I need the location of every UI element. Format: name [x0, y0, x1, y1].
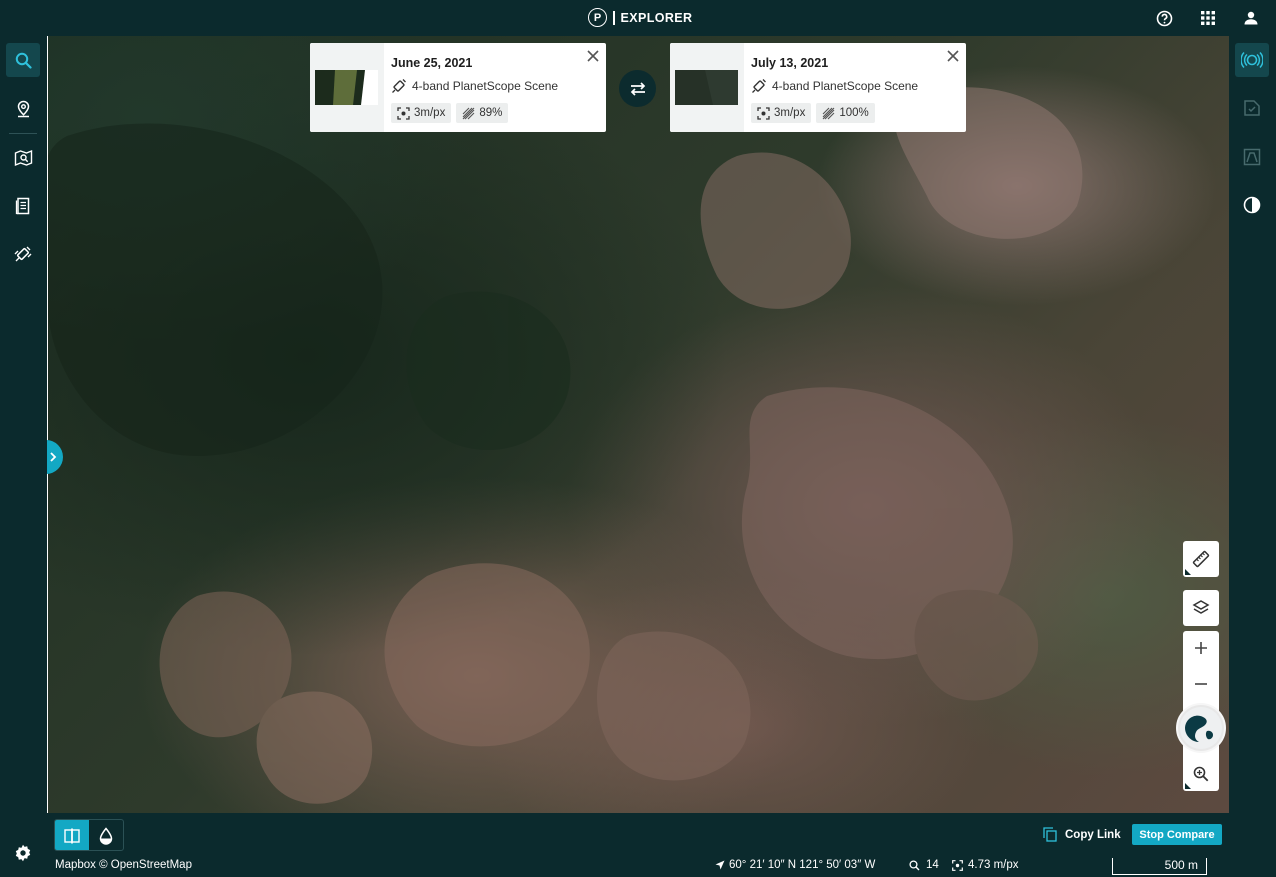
elevation-icon: [1243, 148, 1261, 166]
account-icon[interactable]: [1241, 8, 1261, 28]
magnifier-icon: [909, 859, 920, 870]
measure-icon: [1192, 550, 1210, 568]
zoom-to-icon: [1193, 766, 1209, 782]
scene-date: July 13, 2021: [751, 56, 829, 70]
analysis-button[interactable]: [1235, 91, 1269, 125]
copy-link-button[interactable]: Copy Link: [1043, 827, 1121, 842]
monitoring-button[interactable]: [6, 141, 40, 175]
swap-icon: [630, 81, 645, 96]
resolution-chip: 3m/px: [391, 103, 452, 123]
location-arrow-icon: [715, 860, 725, 870]
compare-button[interactable]: [1235, 43, 1269, 77]
brand-separator: [613, 10, 615, 25]
time-lapse-button[interactable]: [1235, 188, 1269, 222]
elevation-button[interactable]: [1235, 140, 1269, 174]
scene-thumbnail: [310, 43, 384, 132]
resolution-icon: [952, 859, 963, 871]
close-icon[interactable]: [586, 49, 600, 63]
scene-type: 4-band PlanetScope Scene: [751, 78, 918, 94]
status-bar: Mapbox © OpenStreetMap 60° 21′ 10″ N 121…: [47, 856, 1229, 877]
scene-thumbnail: [670, 43, 744, 132]
analysis-icon: [1244, 100, 1260, 116]
scale-bar: 500 m: [1112, 858, 1207, 875]
top-bar: P EXPLORER: [0, 0, 1276, 36]
resolution-icon: [397, 106, 410, 120]
search-icon: [15, 52, 32, 69]
app-title: EXPLORER: [620, 10, 693, 25]
zoom-in-button[interactable]: [1183, 631, 1219, 665]
satellite-icon: [392, 79, 406, 93]
search-button[interactable]: [6, 43, 40, 77]
compare-split-line[interactable]: [47, 36, 48, 813]
settings-icon: [15, 844, 31, 862]
resolution-chip: 3m/px: [751, 103, 812, 123]
swap-scenes-button[interactable]: [619, 70, 656, 107]
places-icon: [17, 100, 29, 118]
compare-scene-card-left[interactable]: June 25, 2021 4-band PlanetScope Scene 3…: [310, 43, 606, 132]
measure-button[interactable]: [1183, 541, 1219, 577]
places-button[interactable]: [6, 92, 40, 126]
zoom-out-button[interactable]: [1183, 667, 1219, 701]
scene-type: 4-band PlanetScope Scene: [391, 78, 558, 94]
opacity-icon: [99, 827, 113, 845]
satellite-imagery: [47, 87, 1083, 804]
cursor-coordinates: 60° 21′ 10″ N 121° 50′ 03″ W: [715, 859, 875, 871]
apps-grid-icon[interactable]: [1198, 8, 1218, 28]
planet-logo: P: [588, 8, 607, 27]
opacity-button[interactable]: [89, 820, 123, 850]
scene-date: June 25, 2021: [391, 56, 473, 70]
resolution-icon: [757, 106, 770, 120]
hatch-icon: [462, 107, 475, 119]
split-view-button[interactable]: [55, 820, 89, 850]
view-mode-toggle: [54, 819, 124, 851]
compare-bottom-bar: Copy Link Stop Compare: [47, 813, 1229, 856]
hatch-icon: [822, 107, 835, 119]
zoom-out-icon: [1195, 683, 1207, 685]
time-lapse-icon: [1243, 196, 1261, 214]
help-icon[interactable]: [1154, 8, 1174, 28]
settings-button[interactable]: [6, 836, 40, 870]
map-attribution[interactable]: Mapbox © OpenStreetMap: [55, 859, 192, 871]
zoom-in-icon: [1195, 642, 1207, 654]
orders-button[interactable]: [6, 189, 40, 223]
orders-icon: [15, 197, 30, 215]
stop-compare-button[interactable]: Stop Compare: [1132, 824, 1222, 845]
layers-icon: [1192, 600, 1210, 614]
layers-button[interactable]: [1183, 590, 1219, 626]
app-brand[interactable]: P EXPLORER: [588, 8, 692, 27]
map-resolution: 4.73 m/px: [952, 859, 1019, 871]
close-icon[interactable]: [946, 49, 960, 63]
tasking-button[interactable]: [6, 237, 40, 271]
map-canvas[interactable]: June 25, 2021 4-band PlanetScope Scene 3…: [47, 36, 1229, 813]
left-sidebar: [0, 36, 47, 877]
chevron-right-icon: [50, 452, 57, 462]
satellite-icon: [752, 79, 766, 93]
zoom-level: 14: [909, 859, 939, 871]
globe-icon: [1180, 707, 1222, 749]
compare-icon: [1241, 51, 1263, 69]
compare-scene-card-right[interactable]: July 13, 2021 4-band PlanetScope Scene 3…: [670, 43, 966, 132]
monitoring-icon: [14, 149, 32, 167]
sidebar-divider: [9, 133, 37, 134]
clear-percent-chip: 89%: [456, 103, 509, 123]
right-sidebar: [1229, 36, 1276, 877]
split-view-icon: [64, 828, 80, 844]
clear-percent-chip: 100%: [816, 103, 875, 123]
copy-icon: [1043, 827, 1057, 842]
tasking-icon: [14, 246, 32, 262]
globe-view-button[interactable]: [1176, 703, 1226, 753]
